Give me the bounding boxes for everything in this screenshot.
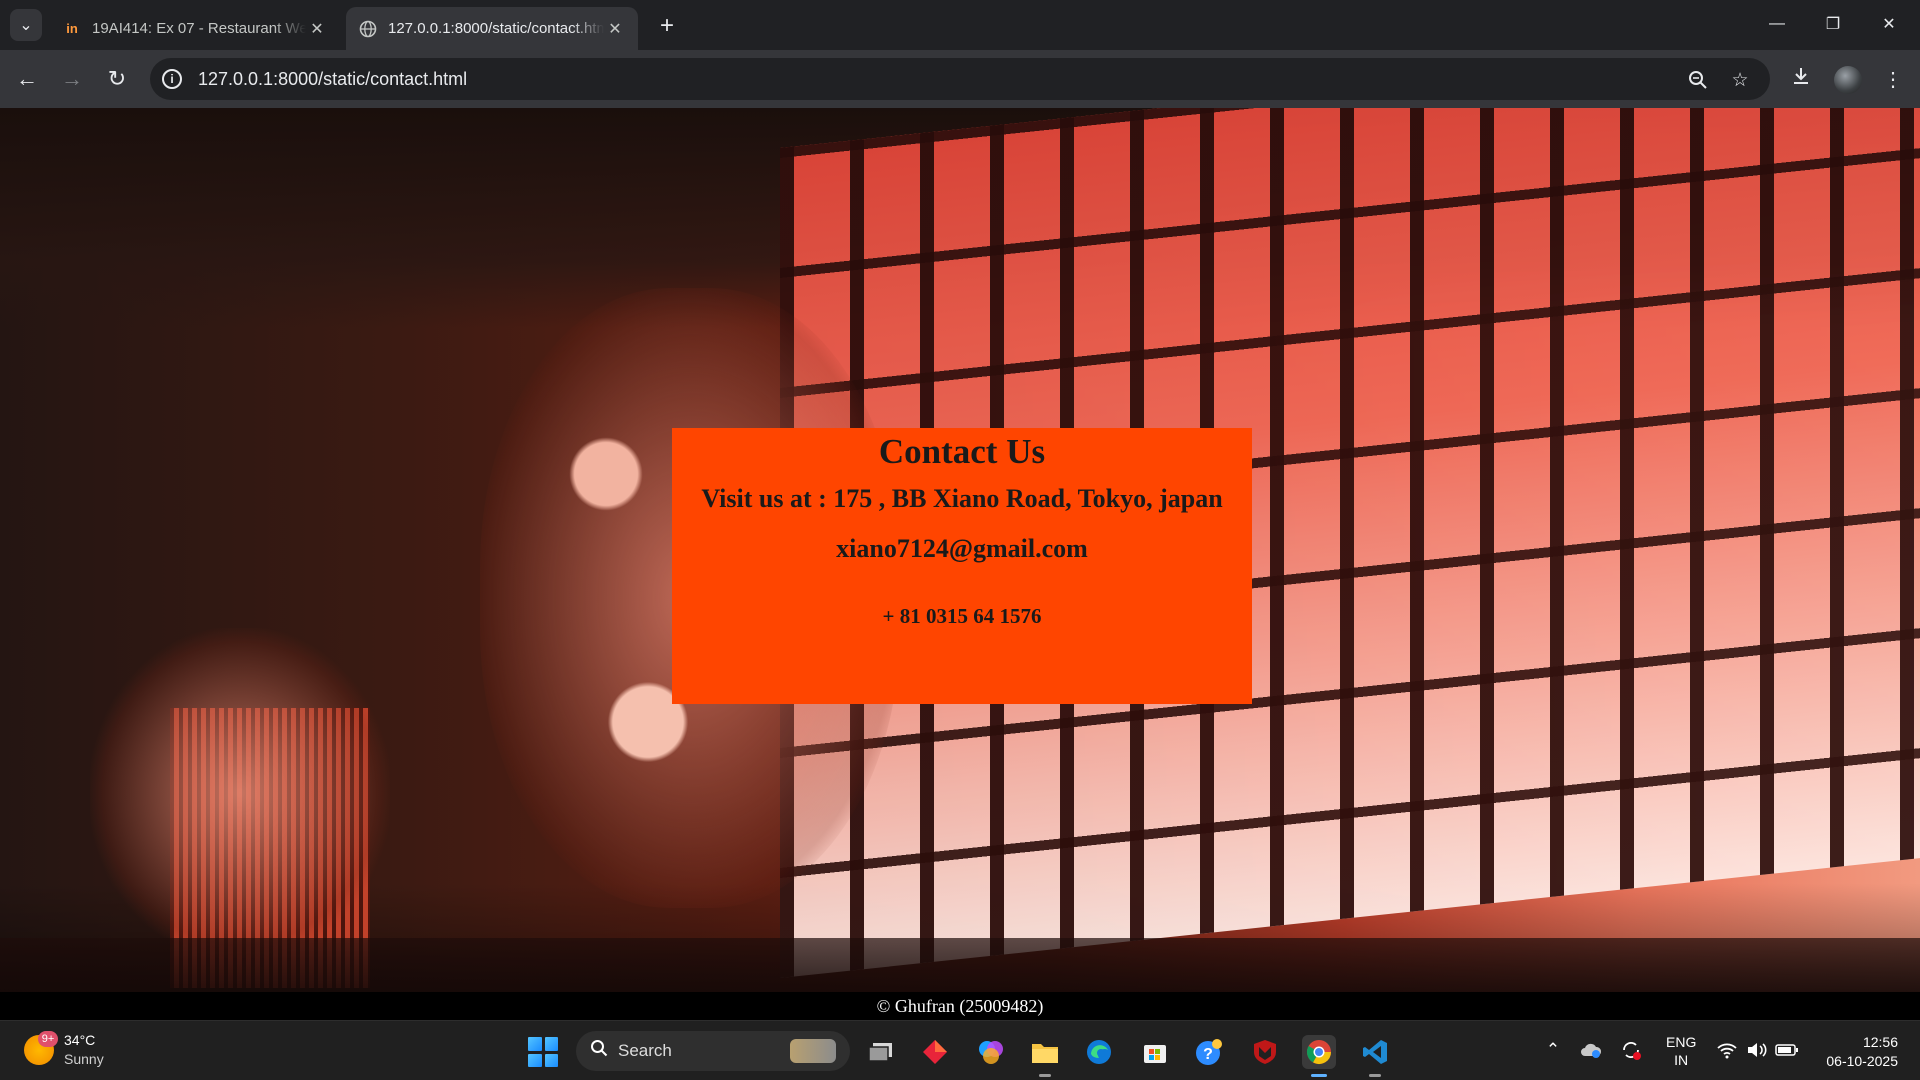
globe-icon <box>358 20 378 38</box>
onedrive-icon[interactable] <box>1578 1035 1604 1065</box>
contact-phone: + 81 0315 64 1576 <box>882 604 1042 628</box>
invision-favicon-icon: in <box>66 21 78 36</box>
back-button[interactable]: ← <box>10 62 44 96</box>
sun-icon: 9+ <box>24 1031 58 1065</box>
volume-icon[interactable] <box>1744 1035 1770 1065</box>
browser-tab-strip: ⌄ in 19AI414: Ex 07 - Restaurant We ✕ 12… <box>0 0 1920 50</box>
task-view-icon[interactable] <box>864 1035 898 1069</box>
star-icon[interactable]: ☆ <box>1728 68 1752 92</box>
chevron-up-icon[interactable]: ⌃ <box>1540 1035 1566 1065</box>
profile-avatar[interactable] <box>1834 66 1862 94</box>
region-code: IN <box>1674 1052 1689 1068</box>
tab-title: 127.0.0.1:8000/static/contact.html <box>388 20 604 37</box>
windows-taskbar: 9+ 34°C Sunny Search ? ⌃ ENG IN 12:56 06… <box>0 1020 1920 1080</box>
forward-button[interactable]: → <box>55 62 89 96</box>
weather-widget[interactable]: 9+ 34°C Sunny <box>24 1031 104 1069</box>
minimize-button[interactable]: — <box>1754 8 1800 40</box>
close-icon[interactable]: ✕ <box>306 18 328 40</box>
chrome-icon[interactable] <box>1302 1035 1336 1077</box>
weather-temp: 34°C <box>64 1032 96 1048</box>
reload-button[interactable]: ↻ <box>100 62 134 96</box>
windows-start-icon[interactable] <box>528 1037 558 1067</box>
system-clock[interactable]: 12:56 06-10-2025 <box>1812 1033 1898 1071</box>
browser-toolbar: ← → ↻ i 127.0.0.1:8000/static/contact.ht… <box>0 50 1920 108</box>
search-placeholder: Search <box>618 1041 672 1060</box>
copilot-icon[interactable] <box>974 1035 1008 1069</box>
clock-date: 06-10-2025 <box>1826 1053 1898 1069</box>
language-indicator[interactable]: ENG IN <box>1666 1033 1696 1069</box>
tab-contact-page[interactable]: 127.0.0.1:8000/static/contact.html ✕ <box>346 7 638 50</box>
contact-address: Visit us at : 175 , BB Xiano Road, Tokyo… <box>701 484 1223 513</box>
background-blossom-left <box>90 628 390 958</box>
restore-icon: ❐ <box>1825 16 1841 33</box>
zoom-icon[interactable] <box>1686 68 1710 92</box>
notification-badge: 9+ <box>38 1031 58 1047</box>
battery-icon[interactable] <box>1774 1035 1800 1065</box>
reload-icon: ↻ <box>107 66 127 91</box>
language-code: ENG <box>1666 1034 1697 1050</box>
contact-box: Contact Us Visit us at : 175 , BB Xiano … <box>672 428 1252 704</box>
weather-condition: Sunny <box>64 1051 104 1067</box>
url-text[interactable]: 127.0.0.1:8000/static/contact.html <box>198 69 467 90</box>
plus-icon: + <box>659 12 674 39</box>
tab-title: 19AI414: Ex 07 - Restaurant We <box>92 20 306 37</box>
taskbar-search-box[interactable]: Search <box>576 1031 850 1071</box>
download-icon <box>1791 66 1811 92</box>
page-footer: © Ghufran (25009482) <box>0 992 1920 1020</box>
new-tab-button[interactable]: + <box>652 12 682 40</box>
restore-button[interactable]: ❐ <box>1810 8 1856 40</box>
search-highlight-icon <box>790 1039 836 1063</box>
edge-icon[interactable] <box>1082 1035 1116 1069</box>
close-icon: ✕ <box>1882 16 1896 33</box>
close-window-button[interactable]: ✕ <box>1866 8 1912 40</box>
mcafee-shield-icon[interactable] <box>1248 1035 1282 1069</box>
svg-text:?: ? <box>1203 1046 1213 1063</box>
minimize-icon: — <box>1769 15 1785 32</box>
microsoft-store-icon[interactable] <box>1138 1035 1172 1069</box>
kebab-menu-icon: ⋮ <box>1883 68 1903 91</box>
clock-time: 12:56 <box>1862 1034 1898 1050</box>
address-bar[interactable]: i 127.0.0.1:8000/static/contact.html ☆ <box>150 58 1770 100</box>
vscode-icon[interactable] <box>1358 1035 1392 1077</box>
chevron-down-icon: ⌄ <box>19 17 33 34</box>
diamond-app-icon[interactable] <box>918 1035 952 1069</box>
sync-alert-icon[interactable] <box>1618 1035 1644 1065</box>
browser-menu-button[interactable]: ⋮ <box>1876 62 1910 96</box>
web-page: Contact Us Visit us at : 175 , BB Xiano … <box>0 108 1920 1020</box>
file-explorer-icon[interactable] <box>1028 1035 1062 1077</box>
back-arrow-icon: ← <box>16 66 38 91</box>
search-icon <box>590 1039 608 1063</box>
close-icon[interactable]: ✕ <box>604 18 626 40</box>
contact-email: xiano7124@gmail.com <box>836 534 1088 563</box>
tab-restaurant-ex07[interactable]: in 19AI414: Ex 07 - Restaurant We ✕ <box>50 7 340 50</box>
help-icon[interactable]: ? <box>1192 1035 1226 1069</box>
downloads-button[interactable] <box>1784 62 1818 96</box>
info-icon[interactable]: i <box>162 69 182 89</box>
wifi-icon[interactable] <box>1714 1035 1740 1065</box>
forward-arrow-icon: → <box>61 66 83 91</box>
tab-search-button[interactable]: ⌄ <box>10 9 42 41</box>
contact-heading: Contact Us <box>878 432 1046 471</box>
